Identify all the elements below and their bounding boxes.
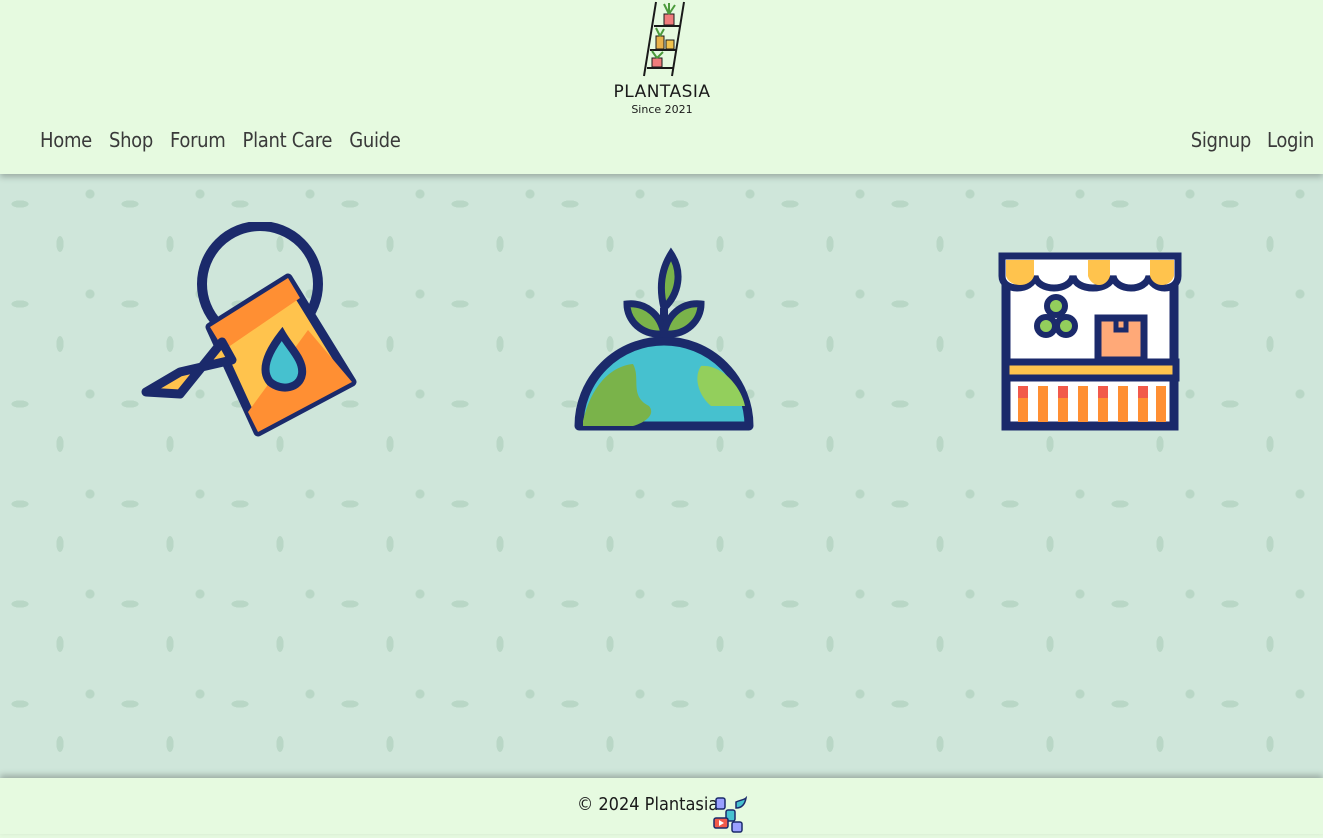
feature-shop[interactable]: [996, 248, 1186, 438]
plant-ladder-icon: [643, 1, 685, 77]
account-nav: Signup Login: [1191, 128, 1315, 152]
nav-home-link[interactable]: Home: [40, 128, 92, 152]
brand-name: PLANTASIA: [613, 82, 711, 102]
nav-shop-link[interactable]: Shop: [109, 128, 153, 152]
brand-tagline: Since 2021: [631, 103, 693, 116]
brand-logo[interactable]: PLANTASIA Since 2021: [608, 0, 716, 120]
watering-can-icon: [141, 221, 357, 437]
globe-sprout-icon: [574, 247, 754, 431]
nav-guide-link[interactable]: Guide: [349, 128, 401, 152]
feature-forum[interactable]: [571, 246, 757, 440]
market-stall-icon: [998, 252, 1182, 431]
signup-link[interactable]: Signup: [1191, 128, 1252, 152]
site-footer: © 2024 Plantasia: [0, 778, 1323, 834]
nav-forum-link[interactable]: Forum: [170, 128, 226, 152]
site-header: PLANTASIA Since 2021 Home Shop Forum Pla…: [0, 0, 1323, 174]
nav-plant-care-link[interactable]: Plant Care: [243, 128, 333, 152]
main-nav: Home Shop Forum Plant Care Guide: [40, 128, 401, 152]
feature-plant-care[interactable]: [140, 221, 360, 446]
feature-area: [0, 174, 1323, 778]
copyright-text: © 2024 Plantasia: [577, 794, 719, 815]
social-media-icon[interactable]: [712, 795, 750, 834]
login-link[interactable]: Login: [1267, 128, 1314, 152]
